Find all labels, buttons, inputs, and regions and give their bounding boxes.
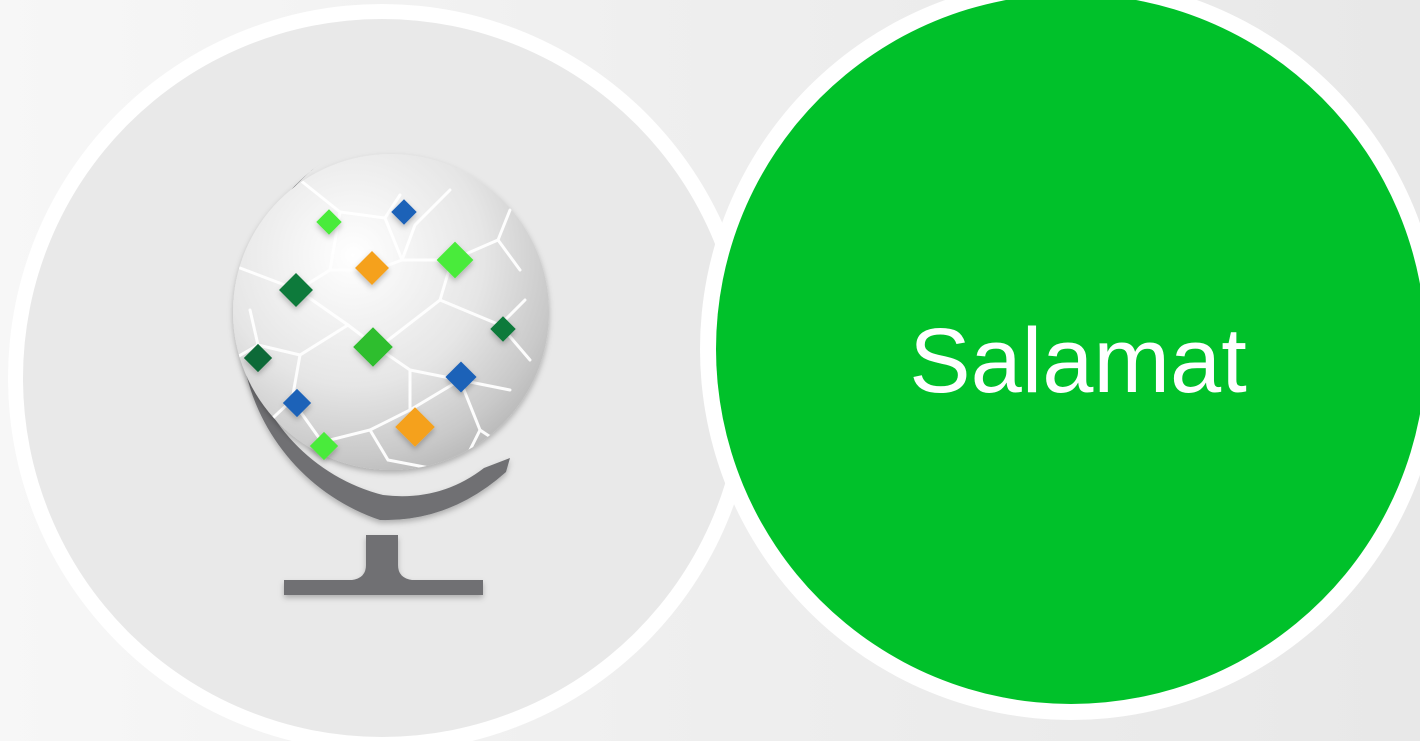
globe-icon <box>233 154 549 595</box>
slide-title: Salamat <box>909 310 1247 412</box>
slide: Salamat <box>0 0 1420 741</box>
globe-stand <box>284 535 483 595</box>
title-circle: Salamat <box>716 0 1420 704</box>
